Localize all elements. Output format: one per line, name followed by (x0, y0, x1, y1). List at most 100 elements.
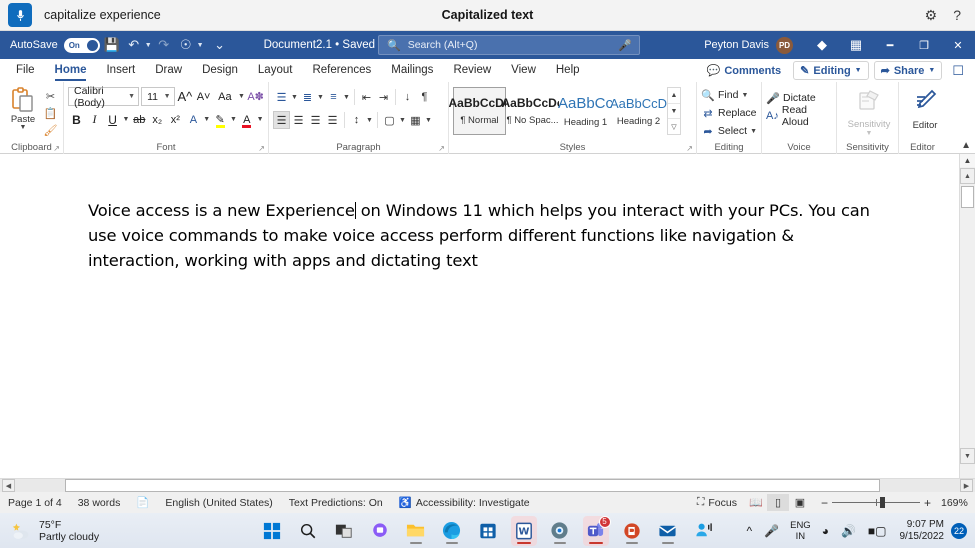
tab-references[interactable]: References (302, 59, 381, 82)
strikethrough-icon[interactable]: ab (131, 110, 148, 129)
bold-button[interactable]: B (68, 110, 85, 129)
bullet-list-icon[interactable]: ☰ (273, 88, 290, 106)
ribbon-display-options-icon[interactable]: ▦ (839, 31, 873, 59)
find-button[interactable]: 🔍 Find ▼ (701, 87, 757, 103)
tab-design[interactable]: Design (192, 59, 248, 82)
chevron-down-icon[interactable]: ▼ (316, 94, 325, 101)
mail-button[interactable] (655, 516, 681, 546)
print-layout-icon[interactable]: ▯ (766, 494, 789, 511)
chevron-down-icon[interactable]: ▼ (866, 130, 873, 138)
tab-draw[interactable]: Draw (145, 59, 192, 82)
zoom-track[interactable] (831, 497, 920, 508)
file-explorer-button[interactable] (403, 516, 429, 546)
chevron-up-icon[interactable]: ^ (741, 524, 759, 538)
customize-quick-access-icon[interactable]: ⌄ (210, 35, 230, 55)
weather-widget[interactable]: 75°F Partly cloudy (10, 519, 99, 543)
scroll-down-button[interactable]: ▼ (960, 448, 975, 464)
tab-insert[interactable]: Insert (96, 59, 145, 82)
undo-icon[interactable]: ↶ (124, 35, 144, 55)
tab-review[interactable]: Review (443, 59, 501, 82)
line-spacing-icon[interactable]: ↕ (348, 111, 365, 129)
tab-layout[interactable]: Layout (248, 59, 303, 82)
text-highlight-icon[interactable]: ✎ (212, 110, 229, 129)
document-paragraph[interactable]: Voice access is a new Experience on Wind… (88, 198, 888, 273)
zoom-thumb[interactable] (879, 497, 885, 508)
chevron-down-icon[interactable]: ▼ (668, 102, 680, 119)
chevron-up-icon[interactable]: ▲ (668, 88, 680, 103)
dialog-launcher-icon[interactable]: ↗ (258, 144, 265, 153)
chevron-down-icon[interactable]: ▼ (122, 116, 130, 123)
scroll-right-button[interactable]: ▶ (960, 479, 973, 492)
restore-icon[interactable]: ❐ (907, 31, 941, 59)
chevron-down-icon[interactable]: ▼ (424, 117, 433, 124)
styles-scrollbar[interactable]: ▲ ▼ ▽ (667, 87, 681, 135)
shading-icon[interactable]: ▢ (381, 111, 398, 129)
microphone-icon[interactable]: 🎤 (618, 39, 632, 52)
sort-icon[interactable]: ↓ (399, 88, 416, 106)
grow-font-icon[interactable]: A^ (177, 87, 194, 106)
chevron-up-icon[interactable]: ▲ (960, 154, 975, 167)
touch-mode-icon[interactable]: ☉ (176, 35, 196, 55)
scroll-left-button[interactable]: ◀ (2, 479, 15, 492)
style-heading-2[interactable]: AaBbCcD Heading 2 (610, 87, 667, 135)
chevron-down-icon[interactable]: ▼ (398, 117, 407, 124)
tab-home[interactable]: Home (45, 59, 97, 82)
horizontal-scrollbar[interactable]: ◀ ▶ (0, 478, 975, 492)
paragraph-marks-icon[interactable]: ¶ (416, 88, 433, 106)
dialog-launcher-icon[interactable]: ↗ (438, 144, 445, 153)
search-taskbar-button[interactable] (295, 516, 321, 546)
powerpoint-button[interactable] (619, 516, 645, 546)
search-input[interactable]: 🔍 Search (Alt+Q) 🎤 (378, 35, 640, 55)
voice-access-button[interactable] (691, 516, 717, 546)
sensitivity-button[interactable]: Sensitivity ▼ (841, 85, 897, 138)
microsoft-edge-button[interactable] (439, 516, 465, 546)
clear-formatting-icon[interactable]: A✽ (247, 87, 264, 106)
align-center-icon[interactable]: ☰ (290, 111, 307, 129)
multilevel-list-icon[interactable]: ≡ (325, 88, 342, 106)
text-predictions-status[interactable]: Text Predictions: On (281, 497, 391, 509)
microsoft-teams-button[interactable]: 5 (582, 515, 611, 546)
notification-center-badge[interactable]: 22 (951, 522, 967, 539)
replace-button[interactable]: ⇄ Replace (701, 105, 757, 121)
document-page[interactable]: Voice access is a new Experience on Wind… (0, 154, 959, 478)
chevron-down-icon[interactable]: ▼ (238, 93, 246, 100)
italic-button[interactable]: I (86, 110, 103, 129)
word-count[interactable]: 38 words (70, 497, 129, 509)
select-button[interactable]: ➦ Select ▼ (701, 123, 757, 139)
save-icon[interactable]: 💾 (102, 35, 122, 55)
tab-view[interactable]: View (501, 59, 546, 82)
microsoft-store-button[interactable] (475, 516, 501, 546)
decrease-indent-icon[interactable]: ⇤ (358, 88, 375, 106)
justify-icon[interactable]: ☰ (324, 111, 341, 129)
numbered-list-icon[interactable]: ≣ (299, 88, 316, 106)
language-indicator[interactable]: ENG IN (785, 520, 816, 542)
style-normal[interactable]: AaBbCcDc ¶ Normal (449, 87, 511, 135)
font-name-combo[interactable]: Calibri (Body) ▼ (68, 85, 140, 109)
zoom-level[interactable]: 169% (941, 497, 975, 509)
tab-file[interactable]: File (6, 59, 45, 82)
scissors-icon[interactable]: ✂ (42, 88, 59, 104)
chevron-down-icon[interactable]: ▼ (256, 116, 264, 123)
volume-icon[interactable]: 🔊 (835, 524, 862, 538)
paste-button[interactable]: Paste ▼ (4, 85, 42, 131)
copy-icon[interactable]: 📋 (42, 105, 59, 121)
chat-button[interactable] (367, 516, 393, 546)
focus-mode-button[interactable]: ⛶ Focus (689, 496, 745, 509)
scroll-up-button[interactable]: ▲ (960, 168, 975, 184)
style-heading-1[interactable]: AaBbCc Heading 1 (558, 87, 613, 135)
microsoft-365-diamond-icon[interactable]: ◆ (805, 31, 839, 59)
horizontal-scroll-thumb[interactable] (65, 479, 880, 492)
page-indicator[interactable]: Page 1 of 4 (0, 497, 70, 509)
vertical-scroll-thumb[interactable] (961, 186, 974, 208)
touch-chevron-down-icon[interactable]: ▼ (197, 42, 204, 49)
minus-icon[interactable]: − (817, 496, 832, 510)
more-styles-icon[interactable]: ▽ (668, 118, 680, 134)
microphone-icon[interactable] (8, 3, 32, 27)
comments-button[interactable]: 💬 Comments (699, 61, 789, 80)
plus-icon[interactable]: + (920, 496, 935, 510)
avatar[interactable]: PD (776, 36, 793, 54)
change-case-icon[interactable]: Aa (214, 87, 236, 106)
share-button[interactable]: ➦ Share ▼ (873, 61, 943, 80)
close-icon[interactable]: ✕ (941, 31, 975, 59)
microphone-icon[interactable]: 🎤 (758, 524, 785, 538)
